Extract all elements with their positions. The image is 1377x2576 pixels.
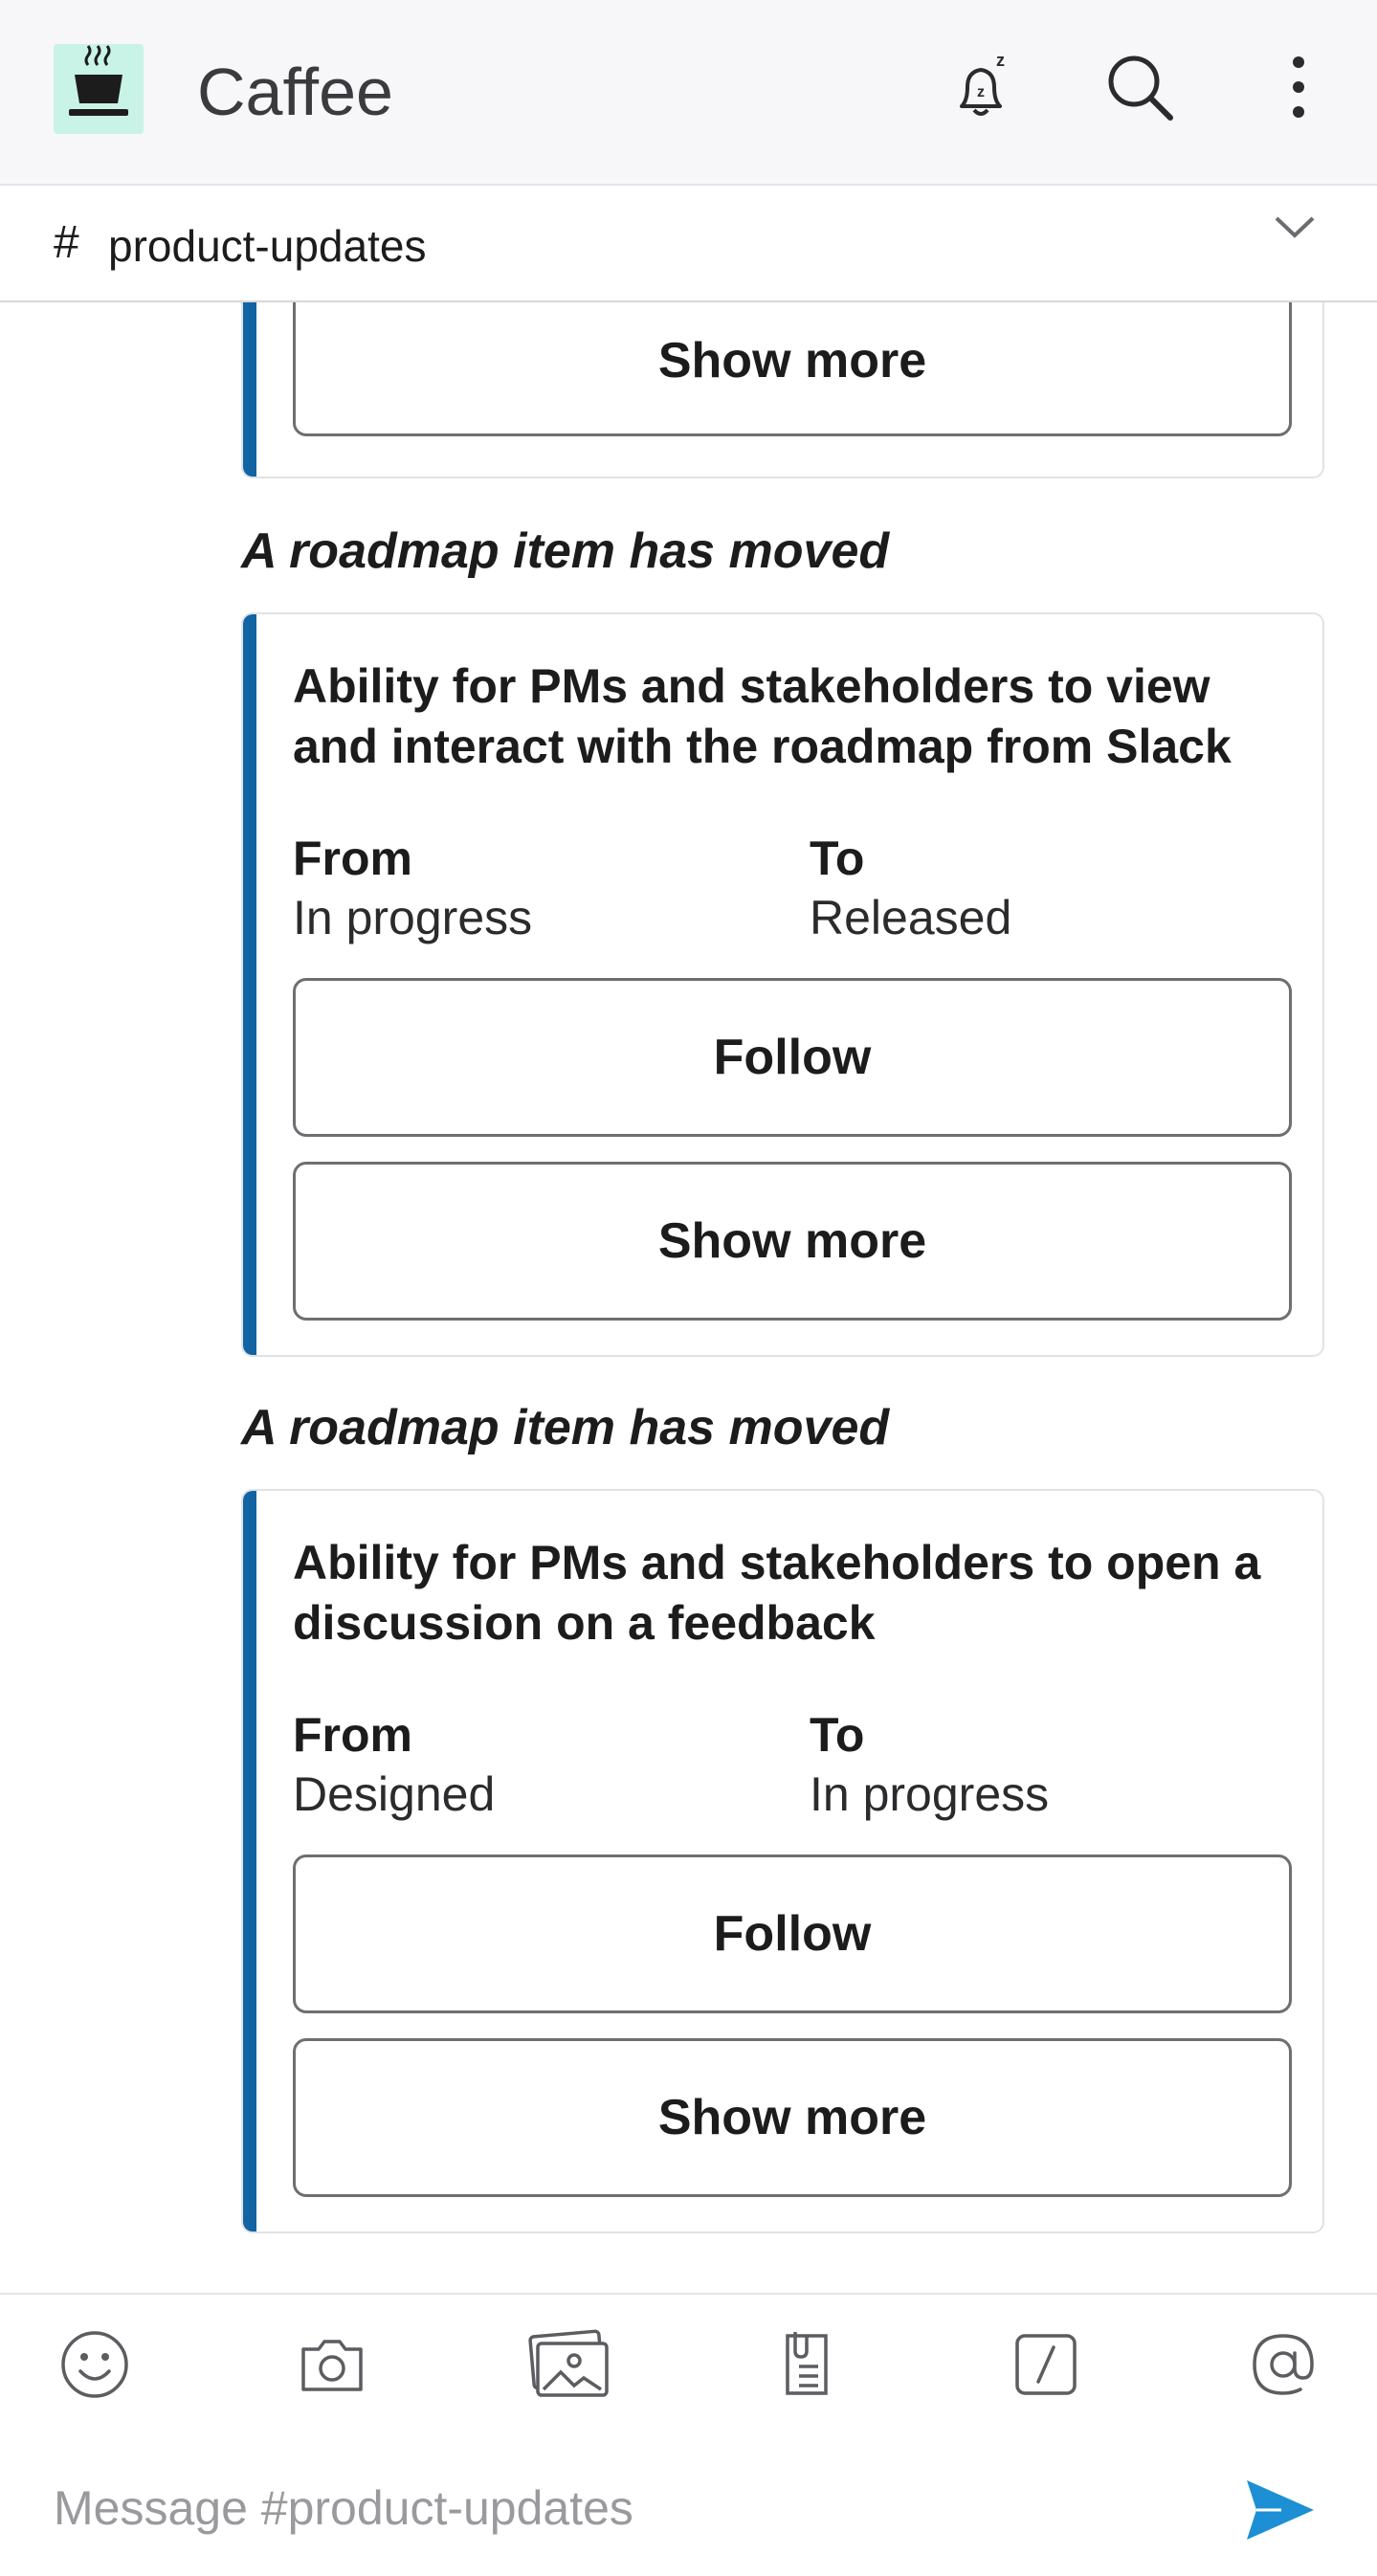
roadmap-card: Show more xyxy=(241,302,1324,478)
roadmap-notice: A roadmap item has moved xyxy=(241,523,890,579)
from-value: Designed xyxy=(293,1767,496,1821)
show-more-button[interactable]: Show more xyxy=(293,302,1292,436)
to-label: To xyxy=(810,1708,865,1762)
message-list[interactable]: Show more A roadmap item has moved Abili… xyxy=(0,302,1377,2293)
channel-name: product-updates xyxy=(108,221,427,271)
card-accent-bar xyxy=(243,1491,256,2232)
svg-text:z: z xyxy=(977,84,985,100)
from-label: From xyxy=(293,1708,412,1762)
show-more-button[interactable]: Show more xyxy=(293,2038,1292,2197)
slash-command-icon[interactable] xyxy=(1005,2323,1087,2406)
search-icon[interactable] xyxy=(1099,46,1181,128)
coffee-logo-icon xyxy=(54,44,144,134)
chevron-down-icon[interactable] xyxy=(1273,212,1317,246)
app-title: Caffee xyxy=(197,55,393,129)
card-accent-bar xyxy=(243,302,256,477)
show-more-button[interactable]: Show more xyxy=(293,1162,1292,1321)
to-value: In progress xyxy=(810,1767,1050,1821)
app-bar: Caffee z z xyxy=(0,0,1377,186)
emoji-icon[interactable] xyxy=(54,2323,136,2406)
svg-text:z: z xyxy=(996,51,1005,70)
to-value: Released xyxy=(810,891,1012,944)
send-icon[interactable] xyxy=(1240,2471,1319,2549)
roadmap-item-title: Ability for PMs and stakeholders to open… xyxy=(293,1536,1261,1650)
file-icon[interactable] xyxy=(766,2323,848,2406)
roadmap-card: Ability for PMs and stakeholders to view… xyxy=(241,612,1324,1357)
channel-hash: # xyxy=(54,217,79,268)
snooze-bell-icon[interactable]: z z xyxy=(940,46,1022,128)
channel-header[interactable]: # product-updates xyxy=(0,186,1377,302)
photo-icon[interactable] xyxy=(528,2323,611,2406)
from-label: From xyxy=(293,832,412,885)
roadmap-card: Ability for PMs and stakeholders to open… xyxy=(241,1489,1324,2233)
camera-icon[interactable] xyxy=(291,2323,373,2406)
more-vertical-icon[interactable] xyxy=(1257,46,1340,128)
roadmap-notice: A roadmap item has moved xyxy=(241,1400,890,1455)
mention-icon[interactable] xyxy=(1242,2323,1324,2406)
roadmap-item-title: Ability for PMs and stakeholders to view… xyxy=(293,659,1232,773)
follow-button[interactable]: Follow xyxy=(293,1854,1292,2013)
card-accent-bar xyxy=(243,614,256,1355)
from-value: In progress xyxy=(293,891,533,944)
to-label: To xyxy=(810,832,865,885)
message-input[interactable] xyxy=(54,2475,1202,2542)
follow-button[interactable]: Follow xyxy=(293,978,1292,1137)
